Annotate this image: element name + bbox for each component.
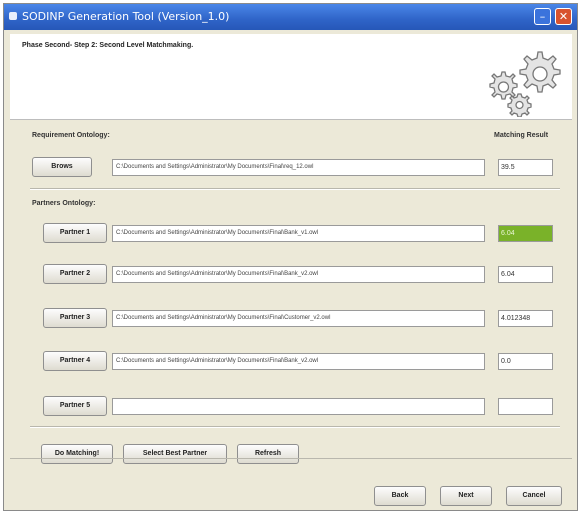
partner-1-path-field[interactable]: C:\Documents and Settings\Administrator\…	[112, 225, 485, 242]
matching-panel: Requirement Ontology: Matching Result Br…	[10, 120, 572, 430]
matching-result-label: Matching Result	[494, 132, 549, 139]
close-icon[interactable]: ✕	[555, 8, 572, 25]
divider	[30, 188, 560, 190]
minimize-icon[interactable]: –	[534, 8, 551, 25]
partner-2-button[interactable]: Partner 2	[43, 264, 107, 284]
partner-3-button[interactable]: Partner 3	[43, 308, 107, 328]
partner-5-result-field[interactable]	[498, 398, 553, 415]
partner-2-path-field[interactable]: C:\Documents and Settings\Administrator\…	[112, 266, 485, 283]
partners-section-label: Partners Ontology:	[32, 200, 96, 207]
partner-5-path-field[interactable]	[112, 398, 485, 415]
title-bar: SODINP Generation Tool (Version_1.0) – ✕	[4, 4, 577, 30]
partner-1-result-field[interactable]: 6.04	[498, 225, 553, 242]
window-title: SODINP Generation Tool (Version_1.0)	[22, 10, 230, 23]
gears-icon	[489, 51, 561, 117]
partner-4-result-field[interactable]: 0.0	[498, 353, 553, 370]
divider	[30, 426, 560, 428]
next-button[interactable]: Next	[440, 486, 492, 506]
app-icon	[9, 12, 17, 20]
cancel-button[interactable]: Cancel	[506, 486, 562, 506]
back-button[interactable]: Back	[374, 486, 426, 506]
requirement-section-label: Requirement Ontology:	[32, 132, 110, 139]
app-window: SODINP Generation Tool (Version_1.0) – ✕…	[3, 3, 578, 511]
partner-4-path-field[interactable]: C:\Documents and Settings\Administrator\…	[112, 353, 485, 370]
partner-3-path-field[interactable]: C:\Documents and Settings\Administrator\…	[112, 310, 485, 327]
partner-4-button[interactable]: Partner 4	[43, 351, 107, 371]
browse-button[interactable]: Brows	[32, 157, 92, 177]
partner-2-result-field[interactable]: 6.04	[498, 266, 553, 283]
header-panel: Phase Second- Step 2: Second Level Match…	[10, 34, 572, 120]
requirement-result-field[interactable]: 39.5	[498, 159, 553, 176]
phase-label: Phase Second- Step 2: Second Level Match…	[22, 42, 194, 49]
partner-1-button[interactable]: Partner 1	[43, 223, 107, 243]
partner-3-result-field[interactable]: 4.012348	[498, 310, 553, 327]
requirement-path-field[interactable]: C:\Documents and Settings\Administrator\…	[112, 159, 485, 176]
partner-5-button[interactable]: Partner 5	[43, 396, 107, 416]
